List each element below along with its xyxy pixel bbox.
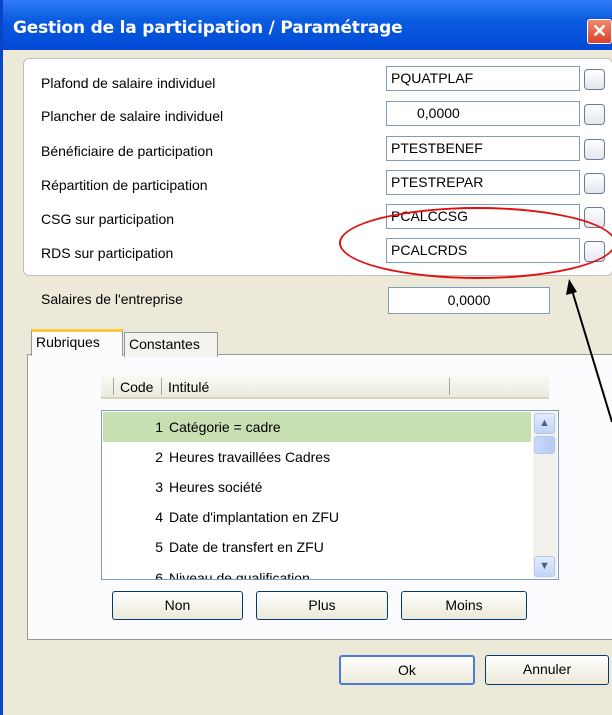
rubriques-list[interactable]: 1 Catégorie = cadre 2 Heures travaillées C… [101, 410, 559, 580]
header-separator [449, 378, 450, 395]
column-intitule[interactable]: Intitulé [168, 379, 209, 395]
rds-lookup-button[interactable] [584, 241, 605, 262]
item-code: 1 [155, 419, 163, 435]
item-code: 6 [155, 570, 163, 580]
csg-lookup-button[interactable] [584, 207, 605, 228]
list-item[interactable]: 6 Niveau de qualification [103, 563, 531, 580]
list-item[interactable]: 4 Date d'implantation en ZFU [103, 502, 531, 532]
item-label: Heures société [169, 479, 263, 495]
scroll-thumb[interactable] [534, 436, 555, 454]
list-header: Code Intitulé [101, 374, 549, 399]
ok-button[interactable]: Ok [339, 655, 475, 685]
column-code[interactable]: Code [120, 379, 153, 395]
tab-constantes[interactable]: Constantes [124, 332, 218, 357]
scroll-down-icon[interactable]: ▼ [534, 556, 555, 577]
item-label: Date d'implantation en ZFU [169, 509, 339, 525]
item-code: 3 [155, 479, 163, 495]
item-label: Niveau de qualification [169, 570, 310, 580]
item-code: 5 [155, 539, 163, 555]
window-title: Gestion de la participation / Paramétrag… [13, 18, 403, 38]
header-separator [113, 378, 114, 395]
repartition-field[interactable]: PTESTREPAR [386, 170, 580, 195]
vertical-scrollbar[interactable]: ▲ ▼ [533, 412, 557, 578]
list-item[interactable]: 3 Heures société [103, 472, 531, 502]
moins-button[interactable]: Moins [401, 591, 527, 620]
item-label: Heures travaillées Cadres [169, 449, 331, 465]
non-button[interactable]: Non [112, 591, 243, 620]
plafond-lookup-button[interactable] [584, 69, 605, 90]
repartition-lookup-button[interactable] [584, 173, 605, 194]
item-code: 2 [155, 449, 163, 465]
scroll-up-icon[interactable]: ▲ [534, 413, 555, 434]
rds-field[interactable]: PCALCRDS [386, 238, 580, 263]
csg-label: CSG sur participation [41, 211, 175, 227]
repartition-label: Répartition de participation [41, 177, 208, 193]
close-icon[interactable]: ✕ [587, 19, 612, 44]
list-item[interactable]: 1 Catégorie = cadre [103, 412, 531, 442]
title-bar[interactable]: Gestion de la participation / Paramétrag… [3, 0, 612, 50]
item-code: 4 [155, 509, 163, 525]
dialog-window: Gestion de la participation / Paramétrag… [0, 0, 612, 715]
plus-button[interactable]: Plus [256, 591, 388, 620]
item-label: Catégorie = cadre [169, 419, 281, 435]
salaires-field[interactable]: 0,0000 [388, 287, 550, 314]
plancher-label: Plancher de salaire individuel [41, 108, 224, 124]
csg-field[interactable]: PCALCCSG [386, 204, 580, 229]
plancher-field[interactable]: 0,0000 [386, 101, 580, 126]
beneficiaire-field[interactable]: PTESTBENEF [386, 136, 580, 161]
plafond-field[interactable]: PQUATPLAF [386, 66, 580, 91]
rds-label: RDS sur participation [41, 245, 174, 261]
header-separator [161, 378, 162, 395]
cancel-button[interactable]: Annuler [485, 655, 609, 685]
tab-rubriques[interactable]: Rubriques [31, 329, 123, 356]
list-item[interactable]: 5 Date de transfert en ZFU [103, 532, 531, 562]
beneficiaire-label: Bénéficiaire de participation [41, 143, 213, 159]
plancher-lookup-button[interactable] [584, 104, 605, 125]
salaires-label: Salaires de l'entreprise [41, 291, 183, 307]
list-item[interactable]: 2 Heures travaillées Cadres [103, 442, 531, 472]
item-label: Date de transfert en ZFU [169, 539, 324, 555]
plafond-label: Plafond de salaire individuel [41, 75, 216, 91]
beneficiaire-lookup-button[interactable] [584, 139, 605, 160]
